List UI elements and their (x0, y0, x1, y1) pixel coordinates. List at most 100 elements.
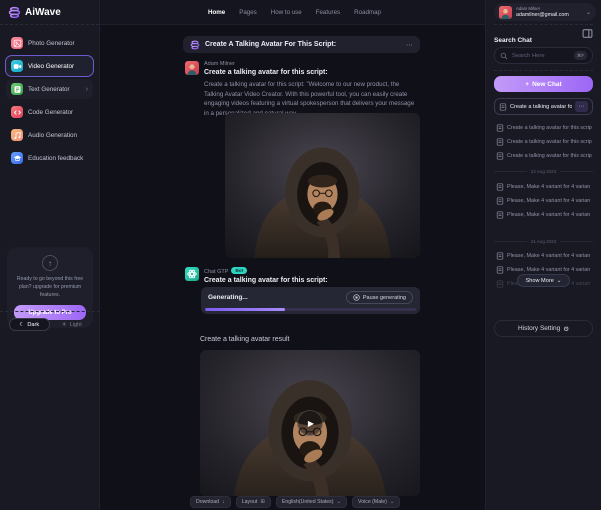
document-icon (496, 124, 504, 132)
search-input[interactable] (512, 53, 570, 59)
date-divider: 21 Aug 2023 (494, 236, 593, 246)
chat-options-button[interactable]: ⋯ (406, 41, 413, 49)
document-icon (496, 211, 504, 219)
language-label: English(United States) (282, 499, 334, 505)
sidebar-item-label: Video Generator (28, 63, 74, 70)
nav-how-to-use[interactable]: How to use (271, 9, 302, 16)
sidebar-item-education-feedback[interactable]: Education feedback (6, 148, 93, 168)
bot-badge: Bot (231, 267, 247, 274)
layout-icon: ⊞ (260, 499, 265, 505)
chevron-down-icon: ⌄ (557, 278, 562, 284)
user-message-heading: Create a talking avatar for this script: (204, 69, 328, 76)
document-icon (496, 138, 504, 146)
sidebar-item-label: Education feedback (28, 155, 83, 162)
user-email: adamilner@gmail.com (516, 12, 569, 18)
history-item-label: Create a talking avatar for this scrip (507, 139, 592, 145)
history-item[interactable]: Please, Make 4 variant for 4 varian (496, 249, 595, 262)
nav-roadmap[interactable]: Roadmap (354, 9, 381, 16)
chat-item-menu-button[interactable]: ⋯ (575, 101, 588, 112)
layout-label: Layout (242, 499, 258, 505)
document-icon (496, 152, 504, 160)
sidebar-item-text-generator[interactable]: Text Generator › (6, 79, 93, 99)
history-item[interactable]: Create a talking avatar for this scrip (496, 149, 595, 162)
audio-icon (11, 129, 23, 141)
history-item[interactable]: Create a talking avatar for this scrip (496, 121, 595, 134)
dark-label: Dark (27, 322, 39, 328)
history-item[interactable]: Please, Make 4 variant for 4 varian (496, 208, 595, 221)
bot-name: Chat GTP (204, 269, 228, 275)
sidebar-item-video-generator[interactable]: Video Generator (6, 56, 93, 76)
show-more-label: Show More (526, 278, 554, 284)
code-icon (11, 106, 23, 118)
history-item[interactable]: Please, Make 4 variant for 4 varian (496, 194, 595, 207)
bot-message-author: Chat GTPBot (204, 267, 247, 275)
video-icon (11, 60, 23, 72)
result-actions: Download ↓ Layout ⊞ English(United State… (190, 496, 400, 508)
document-icon (496, 280, 504, 288)
light-mode-button[interactable]: ☀ Light (53, 318, 92, 331)
language-select[interactable]: English(United States) ⌄ (276, 496, 347, 508)
theme-toggle: ☾ Dark ☀ Light (0, 311, 100, 331)
user-profile-chip[interactable]: Adam Milner adamilner@gmail.com ⌄ (494, 3, 596, 21)
main-nav: Home Pages How to use Features Roadmap (100, 0, 485, 25)
history-item-label: Please, Make 4 variant for 4 varian (507, 253, 590, 259)
main-wrapper: Home Pages How to use Features Roadmap C… (100, 0, 485, 510)
sidebar-item-label: Code Generator (28, 109, 73, 116)
chevron-down-icon: ⌄ (337, 499, 342, 505)
voice-select[interactable]: Voice (Male) ⌄ (352, 496, 400, 508)
history-item-label: Create a talking avatar for this scrip (507, 153, 592, 159)
date-label: 22 Aug 2023 (531, 169, 556, 174)
moon-icon: ☾ (19, 322, 24, 328)
dark-mode-button[interactable]: ☾ Dark (9, 318, 50, 331)
history-setting-label: History Setting (518, 325, 560, 332)
sidebar-item-code-generator[interactable]: Code Generator (6, 102, 93, 122)
bot-avatar (185, 267, 199, 281)
upgrade-text: Ready to go beyond this free plan? upgra… (14, 276, 86, 299)
download-button[interactable]: Download ↓ (190, 496, 231, 508)
search-box: ⌘F (494, 47, 593, 64)
chat-title-icon (190, 40, 200, 50)
voice-label: Voice (Male) (358, 499, 387, 505)
play-button[interactable]: ▶ (297, 410, 323, 436)
nav-features[interactable]: Features (316, 9, 340, 16)
text-icon (11, 83, 23, 95)
divider (494, 24, 593, 25)
light-label: Light (70, 322, 82, 328)
history-item[interactable]: Create a talking avatar for this scrip (496, 135, 595, 148)
user-avatar (185, 61, 199, 75)
sidebar-item-label: Text Generator (28, 86, 70, 93)
layout-button[interactable]: Layout ⊞ (236, 496, 271, 508)
chevron-down-icon: ⌄ (390, 499, 395, 505)
new-chat-button[interactable]: + New Chat (494, 76, 593, 92)
history-item-label: Please, Make 4 variant for 4 varian (507, 198, 590, 204)
nav-home[interactable]: Home (208, 9, 225, 16)
history-item[interactable]: Please, Make 4 variant for 4 varian (496, 180, 595, 193)
gear-icon: ⚙ (563, 325, 569, 333)
nav-pages[interactable]: Pages (239, 9, 257, 16)
user-avatar (499, 6, 512, 19)
sidebar-item-label: Audio Generation (28, 132, 77, 139)
chevron-down-icon: ⌄ (586, 9, 591, 16)
result-video-preview: ▶ (200, 350, 420, 496)
history-item-label: Please, Make 4 variant for 4 varian (507, 212, 590, 218)
show-more-button[interactable]: Show More ⌄ (517, 274, 571, 287)
active-chat-label: Create a talking avatar for this (510, 104, 572, 110)
pause-generating-button[interactable]: Pause generating (346, 291, 413, 304)
bot-message-heading: Create a talking avatar for this script: (204, 277, 328, 284)
download-label: Download (196, 499, 219, 505)
sidebar-item-photo-generator[interactable]: Photo Generator (6, 33, 93, 53)
result-label: Create a talking avatar result (200, 336, 290, 343)
generator-menu: Photo Generator Video Generator Text Gen… (0, 25, 99, 168)
left-sidebar: AiWave Photo Generator Video Generator T… (0, 0, 100, 510)
active-chat-item[interactable]: Create a talking avatar for this ⋯ (494, 98, 593, 115)
history-setting-button[interactable]: History Setting ⚙ (494, 320, 593, 337)
collapse-panel-icon[interactable] (582, 28, 593, 39)
sidebar-item-audio-generation[interactable]: Audio Generation (6, 125, 93, 145)
brand-logo-icon (8, 6, 21, 19)
document-icon (499, 103, 507, 111)
photo-icon (11, 37, 23, 49)
document-icon (496, 197, 504, 205)
brand-name: AiWave (25, 7, 61, 18)
sun-icon: ☀ (62, 322, 67, 328)
brand-logo[interactable]: AiWave (0, 0, 99, 25)
